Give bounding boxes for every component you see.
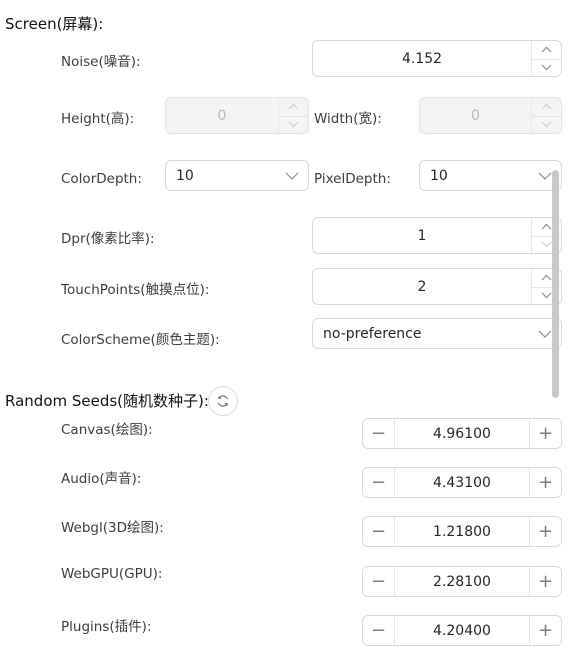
noise-input[interactable]: 4.152 — [312, 40, 562, 77]
screen-section-title: Screen(屏幕): — [5, 15, 104, 33]
color-depth-value: 10 — [176, 167, 194, 184]
webgl-minus-icon[interactable]: − — [363, 517, 395, 546]
chevron-down-icon — [538, 330, 552, 338]
canvas-plus-icon[interactable]: + — [529, 419, 561, 448]
webgl-seed-value[interactable]: 1.21800 — [395, 517, 529, 546]
canvas-seed-stepper[interactable]: − 4.96100 + — [362, 418, 562, 449]
webgpu-minus-icon[interactable]: − — [363, 567, 395, 596]
chevron-down-icon — [285, 172, 299, 180]
canvas-label: Canvas(绘图): — [61, 422, 153, 438]
touch-points-value[interactable]: 2 — [313, 269, 531, 304]
dpr-value[interactable]: 1 — [313, 218, 531, 253]
audio-plus-icon[interactable]: + — [529, 468, 561, 497]
webgpu-seed-value[interactable]: 2.28100 — [395, 567, 529, 596]
audio-label: Audio(声音): — [61, 471, 142, 487]
height-value: 0 — [217, 107, 227, 124]
canvas-minus-icon[interactable]: − — [363, 419, 395, 448]
plugins-seed-value[interactable]: 4.20400 — [395, 616, 529, 645]
pixel-depth-label: PixelDepth: — [314, 171, 391, 187]
color-scheme-label: ColorScheme(颜色主题): — [61, 332, 220, 348]
scrollbar-thumb[interactable] — [552, 170, 559, 398]
webgl-seed-stepper[interactable]: − 1.21800 + — [362, 516, 562, 547]
touch-points-input[interactable]: 2 — [312, 268, 562, 305]
width-input: 0 — [419, 97, 562, 134]
pixel-depth-select[interactable]: 10 — [419, 160, 562, 191]
audio-seed-stepper[interactable]: − 4.43100 + — [362, 467, 562, 498]
noise-decrement-chevron-down-icon[interactable] — [532, 58, 561, 77]
chevron-down-icon — [538, 172, 552, 180]
noise-value[interactable]: 4.152 — [313, 41, 531, 76]
height-decrement-chevron-down-icon — [279, 115, 308, 134]
plugins-minus-icon[interactable]: − — [363, 616, 395, 645]
width-value: 0 — [471, 107, 480, 124]
webgl-label: Webgl(3D绘图): — [61, 520, 164, 536]
plugins-seed-stepper[interactable]: − 4.20400 + — [362, 615, 562, 646]
width-label: Width(宽): — [314, 111, 382, 127]
color-depth-select[interactable]: 10 — [165, 160, 309, 191]
dpr-label: Dpr(像素比率): — [61, 231, 155, 247]
noise-label: Noise(噪音): — [61, 54, 141, 70]
audio-seed-value[interactable]: 4.43100 — [395, 468, 529, 497]
audio-minus-icon[interactable]: − — [363, 468, 395, 497]
width-increment-chevron-up-icon — [532, 98, 561, 116]
dpr-input[interactable]: 1 — [312, 217, 562, 254]
height-increment-chevron-up-icon — [279, 98, 308, 116]
color-scheme-select[interactable]: no-preference — [312, 318, 562, 349]
color-scheme-value: no-preference — [323, 325, 422, 342]
random-seeds-section-title: Random Seeds(随机数种子): — [5, 392, 209, 410]
webgl-plus-icon[interactable]: + — [529, 517, 561, 546]
pixel-depth-value: 10 — [430, 167, 448, 184]
height-label: Height(高): — [61, 111, 135, 127]
canvas-seed-value[interactable]: 4.96100 — [395, 419, 529, 448]
refresh-icon — [217, 395, 229, 407]
webgpu-plus-icon[interactable]: + — [529, 567, 561, 596]
touch-points-label: TouchPoints(触摸点位): — [61, 282, 210, 298]
webgpu-seed-stepper[interactable]: − 2.28100 + — [362, 566, 562, 597]
color-depth-label: ColorDepth: — [61, 171, 142, 187]
width-decrement-chevron-down-icon — [532, 115, 561, 134]
noise-increment-chevron-up-icon[interactable] — [532, 41, 561, 59]
plugins-plus-icon[interactable]: + — [529, 616, 561, 645]
webgpu-label: WebGPU(GPU): — [61, 566, 163, 582]
refresh-seeds-button[interactable] — [208, 386, 238, 416]
plugins-label: Plugins(插件): — [61, 619, 152, 635]
height-input: 0 — [165, 97, 309, 134]
